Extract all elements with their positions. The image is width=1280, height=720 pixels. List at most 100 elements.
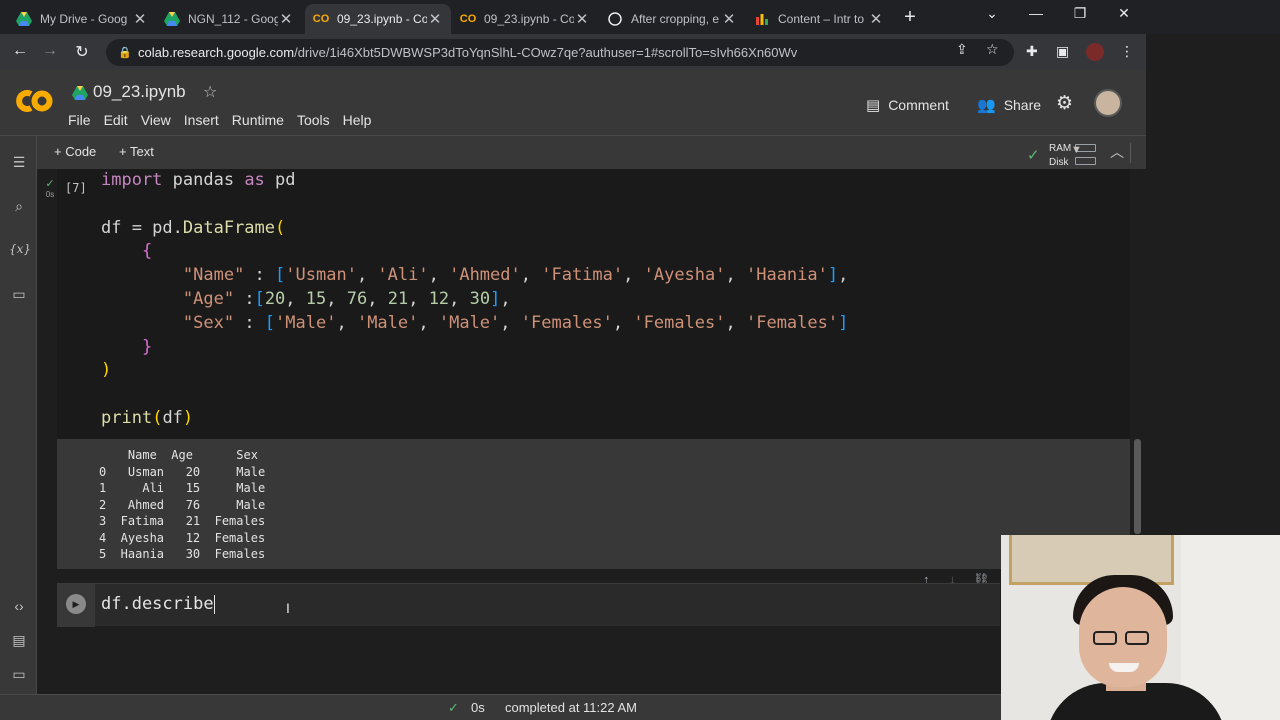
- url-path: /drive/1i46Xbt5DWBWSP3dToYqnSlhL-COwz7qe…: [294, 45, 798, 60]
- settings-gear-icon[interactable]: ⚙: [1056, 92, 1073, 115]
- menu-help[interactable]: Help: [343, 112, 372, 128]
- webcam-overlay: [1001, 535, 1280, 720]
- close-window-icon[interactable]: ✕: [1114, 5, 1134, 22]
- back-icon[interactable]: ←: [10, 42, 30, 60]
- restore-icon[interactable]: ❐: [1070, 5, 1090, 22]
- browser-tab-strip: My Drive - Goog ✕ NGN_112 - Goog ✕ CO 09…: [0, 0, 1280, 34]
- scrollbar-thumb[interactable]: [1134, 439, 1141, 534]
- notebook-toolbar: + Code + Text ✓ RAM Disk ▼ ︿: [37, 136, 1146, 169]
- share-page-icon[interactable]: ⇪: [956, 41, 968, 58]
- execution-count: [7]: [65, 181, 87, 195]
- close-tab-icon[interactable]: ✕: [868, 10, 884, 28]
- glasses-right-lens: [1125, 631, 1149, 645]
- mouse-ibeam-cursor: I: [286, 600, 290, 616]
- comment-icon: ▤: [866, 97, 881, 114]
- variables-icon[interactable]: {x}: [9, 242, 31, 256]
- user-avatar[interactable]: [1094, 89, 1122, 117]
- search-icon[interactable]: ⌕: [9, 198, 29, 215]
- menu-tools[interactable]: Tools: [297, 112, 330, 128]
- glasses-left-lens: [1093, 631, 1117, 645]
- connected-check-icon: ✓: [1027, 147, 1040, 164]
- browser-tab-colab[interactable]: CO 09_23.ipynb - Co ✕: [452, 4, 598, 34]
- add-text-cell-button[interactable]: + Text: [119, 144, 154, 159]
- bookmark-star-icon[interactable]: ☆: [986, 41, 999, 58]
- minimize-icon[interactable]: —: [1026, 5, 1046, 21]
- menu-bar: File Edit View Insert Runtime Tools Help: [68, 112, 384, 128]
- github-icon: [607, 11, 623, 27]
- share-button[interactable]: 👥 Share: [977, 96, 1041, 114]
- dataframe-output: Name Age Sex 0 Usman 20 Male 1 Ali 15 Male…: [99, 447, 265, 563]
- output-line: 3 Fatima 21 Females: [99, 514, 266, 528]
- resources-indicator[interactable]: ✓ RAM Disk: [1027, 140, 1097, 168]
- tab-title: NGN_112 - Goog: [188, 12, 278, 26]
- new-tab-button[interactable]: +: [900, 6, 920, 29]
- code-editor-1[interactable]: import pandas as pd df = pd.DataFrame( {…: [101, 169, 1130, 439]
- profile-avatar[interactable]: [1086, 43, 1104, 61]
- wall-picture-frame: [1009, 535, 1174, 585]
- terminal-icon[interactable]: ▭: [9, 666, 29, 683]
- forward-icon[interactable]: →: [40, 42, 60, 60]
- add-code-cell-button[interactable]: + Code: [54, 144, 96, 159]
- menu-insert[interactable]: Insert: [184, 112, 219, 128]
- browser-tab-my-drive[interactable]: My Drive - Goog ✕: [8, 4, 156, 34]
- run-cell-button[interactable]: ▶: [66, 594, 86, 614]
- tab-title: 09_23.ipynb - Co: [484, 12, 574, 26]
- drive-icon: [164, 11, 180, 27]
- menu-view[interactable]: View: [141, 112, 171, 128]
- exec-time: 0s: [45, 190, 55, 199]
- runtime-dropdown-icon[interactable]: ▼: [1071, 144, 1082, 156]
- tab-title: After cropping, e: [631, 12, 720, 26]
- browser-menu-icon[interactable]: ⋮: [1120, 43, 1134, 60]
- comment-button[interactable]: ▤ Comment: [866, 96, 949, 114]
- status-time: 0s: [471, 700, 485, 715]
- people-icon: 👥: [977, 97, 996, 114]
- colab-icon: CO: [312, 13, 330, 25]
- browser-tab-content[interactable]: Content – Intr to ✕: [746, 4, 892, 34]
- browser-tab-colab-active[interactable]: CO 09_23.ipynb - Co ✕: [305, 4, 451, 34]
- browser-tab-ngn112[interactable]: NGN_112 - Goog ✕: [156, 4, 302, 34]
- code-text: df.describe: [101, 594, 214, 614]
- cell-output-1: Name Age Sex 0 Usman 20 Male 1 Ali 15 Male…: [57, 439, 1130, 569]
- code-editor-2[interactable]: df.describe: [101, 594, 215, 614]
- star-icon[interactable]: ☆: [203, 82, 217, 102]
- text-cursor: [213, 594, 215, 614]
- menu-runtime[interactable]: Runtime: [232, 112, 284, 128]
- status-message[interactable]: completed at 11:22 AM: [505, 700, 637, 715]
- collapse-chevron-icon[interactable]: ︿: [1110, 142, 1124, 162]
- tab-search-icon[interactable]: ⌄: [982, 5, 1002, 22]
- success-check-icon: ✓: [45, 178, 55, 190]
- tab-title: My Drive - Goog: [40, 12, 128, 26]
- browser-toolbar: ← → ↻ 🔒 colab.research.google.com/drive/…: [0, 34, 1146, 70]
- address-bar[interactable]: 🔒 colab.research.google.com/drive/1i46Xb…: [106, 39, 1014, 66]
- url-host: colab.research.google.com: [138, 45, 295, 60]
- notebook-name[interactable]: 09_23.ipynb: [93, 82, 186, 102]
- presenter-smile: [1109, 663, 1139, 672]
- code-cell-2[interactable]: ▶ df.describe: [57, 583, 1000, 627]
- disk-label: Disk: [1049, 157, 1069, 168]
- status-bar: ✓ 0s completed at 11:22 AM: [0, 694, 1146, 720]
- colab-logo[interactable]: [14, 88, 54, 114]
- command-palette-icon[interactable]: ▤: [9, 632, 29, 649]
- files-folder-icon[interactable]: ▭: [9, 286, 29, 303]
- close-tab-icon[interactable]: ✕: [574, 10, 590, 28]
- menu-file[interactable]: File: [68, 112, 91, 128]
- output-line: 0 Usman 20 Male: [99, 464, 266, 479]
- browser-tab-after-cropping[interactable]: After cropping, e ✕: [599, 4, 745, 34]
- close-tab-icon[interactable]: ✕: [132, 10, 148, 28]
- lock-icon: 🔒: [118, 47, 132, 59]
- execution-status: ✓ 0s: [39, 177, 61, 199]
- code-snippets-icon[interactable]: ‹›: [9, 598, 29, 614]
- extensions-icon[interactable]: ✚: [1026, 43, 1038, 60]
- close-tab-icon[interactable]: ✕: [427, 10, 443, 28]
- side-panel-icon[interactable]: ▣: [1056, 43, 1069, 60]
- close-tab-icon[interactable]: ✕: [721, 10, 737, 28]
- menu-edit[interactable]: Edit: [104, 112, 128, 128]
- tab-title: Content – Intr to: [778, 12, 865, 26]
- table-of-contents-icon[interactable]: ☰: [9, 154, 29, 171]
- output-line: 2 Ahmed 76 Male: [99, 497, 266, 512]
- cell-gutter: ▶: [57, 584, 95, 627]
- close-tab-icon[interactable]: ✕: [278, 10, 294, 28]
- reload-icon[interactable]: ↻: [72, 42, 92, 62]
- drive-icon[interactable]: [72, 86, 88, 100]
- left-sidebar: ☰ ⌕ {x} ▭ ‹› ▤ ▭: [0, 136, 37, 694]
